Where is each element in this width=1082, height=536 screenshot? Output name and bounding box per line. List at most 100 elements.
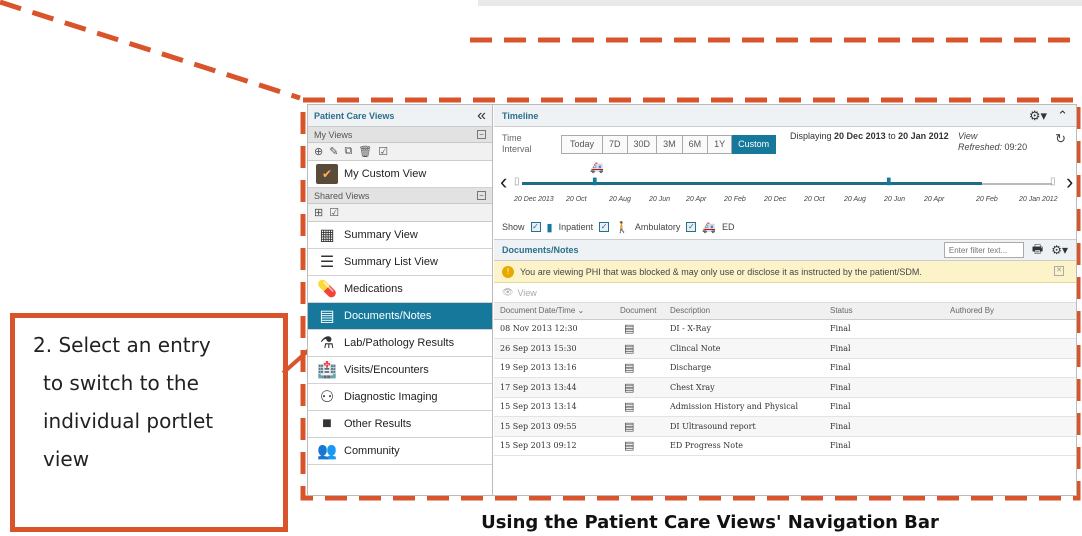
sidebar-item-documents-notes[interactable]: ▤ Documents/Notes: [308, 303, 492, 330]
tick-label: 20 Jun: [649, 196, 671, 203]
table-row[interactable]: 08 Nov 2013 12:30 ▤ DI - X-Ray Final: [494, 319, 1076, 339]
inpatient-checkbox[interactable]: ✓: [530, 222, 541, 232]
column-header-status[interactable]: Status: [824, 303, 944, 320]
table-row[interactable]: 19 Sep 2013 13:16 ▤ Discharge Final: [494, 358, 1076, 378]
table-row[interactable]: 15 Sep 2013 13:14 ▤ Admission History and …: [494, 397, 1076, 417]
inpatient-marker-icon[interactable]: ▮: [886, 176, 892, 187]
ed-checkbox[interactable]: ✓: [686, 222, 697, 232]
ambulatory-checkbox[interactable]: ✓: [599, 222, 610, 232]
sidebar-item-label: Community: [344, 445, 400, 457]
collapse-icon[interactable]: «: [477, 107, 486, 124]
print-icon[interactable]: 🖶: [1032, 240, 1043, 261]
display-to: 20 Jan 2012: [898, 131, 949, 141]
sidebar-item-my-custom-view[interactable]: ✔ My Custom View: [308, 161, 492, 188]
sort-down-icon[interactable]: ⌄: [578, 306, 585, 315]
range-today-button[interactable]: Today: [561, 135, 604, 154]
shared-views-section[interactable]: Shared Views −: [308, 188, 492, 204]
community-icon: 👥: [317, 443, 337, 460]
sidebar-header: Patient Care Views «: [308, 105, 492, 127]
gear-icon[interactable]: ⚙▾: [1051, 243, 1068, 257]
display-to-word: to: [888, 131, 896, 141]
expand-icon[interactable]: ⊞: [314, 206, 323, 219]
minus-icon[interactable]: −: [477, 130, 486, 139]
checkbox-icon[interactable]: ☑: [378, 145, 388, 158]
sidebar-item-other-results[interactable]: ■ Other Results: [308, 411, 492, 438]
timeline-track[interactable]: ‹ › 🚑 ▮ ▮ ▯ ▯ 20 Dec 2013 20 Oct 20 Aug …: [494, 161, 1076, 215]
inpatient-icon: ▮: [546, 221, 553, 234]
timeline-left-arrow-icon[interactable]: ‹: [500, 169, 507, 195]
inpatient-marker-icon[interactable]: ▮: [592, 176, 598, 187]
sidebar-item-label: Medications: [344, 283, 403, 295]
table-row[interactable]: 15 Sep 2013 09:12 ▤ ED Progress Note Final: [494, 436, 1076, 456]
edit-icon[interactable]: ✎: [329, 145, 338, 158]
column-header-authored-by[interactable]: Authored By: [944, 303, 1076, 320]
timeline-filter-row: Show ✓ ▮ Inpatient ✓ 🚶 Ambulatory ✓ 🚑 ED: [494, 215, 1076, 239]
tick-label: 20 Apr: [686, 196, 707, 203]
range-handle-right-icon[interactable]: ▯: [1050, 176, 1056, 187]
sidebar-item-medications[interactable]: 💊 Medications: [308, 276, 492, 303]
trash-icon[interactable]: 🗑: [358, 145, 372, 158]
timeline-header-icons: ⚙▾ ⌃: [1029, 108, 1068, 124]
column-header-description[interactable]: Description: [664, 303, 824, 320]
ambulance-marker-icon[interactable]: 🚑: [590, 161, 604, 174]
building-icon: 🏥: [317, 362, 337, 379]
sidebar-item-visits-encounters[interactable]: 🏥 Visits/Encounters: [308, 357, 492, 384]
table-row[interactable]: 26 Sep 2013 15:30 ▤ Clincal Note Final: [494, 338, 1076, 359]
collapse-up-icon[interactable]: ⌃: [1057, 108, 1068, 124]
medications-icon: 💊: [317, 281, 337, 298]
column-header-date[interactable]: Document Date/Time ⌄: [494, 303, 614, 320]
gear-icon[interactable]: ⚙▾: [1029, 108, 1047, 124]
column-header-document[interactable]: Document: [614, 303, 664, 320]
my-views-section[interactable]: My Views −: [308, 127, 492, 143]
refresh-icon[interactable]: ↻: [1055, 131, 1066, 147]
documents-table-body: 08 Nov 2013 12:30 ▤ DI - X-Ray Final 26 Sep …: [494, 319, 1076, 456]
document-icon: ▤: [614, 416, 664, 437]
sidebar-item-diagnostic-imaging[interactable]: ⚇ Diagnostic Imaging: [308, 384, 492, 411]
range-1y-button[interactable]: 1Y: [708, 135, 733, 154]
shared-views-toolbar: ⊞ ☑: [308, 204, 492, 222]
sidebar-item-community[interactable]: 👥 Community: [308, 438, 492, 465]
checkbox-icon[interactable]: ☑: [329, 206, 339, 219]
document-icon: ▤: [614, 338, 664, 359]
timeline-right-arrow-icon[interactable]: ›: [1066, 169, 1073, 195]
sidebar-item-summary-list-view[interactable]: ☰ Summary List View: [308, 249, 492, 276]
add-icon[interactable]: ⊕: [314, 145, 323, 158]
documents-notes-title: Documents/Notes: [502, 245, 579, 255]
close-icon[interactable]: ✕: [1054, 266, 1064, 276]
table-row[interactable]: 17 Sep 2013 13:44 ▤ Chest Xray Final: [494, 377, 1076, 398]
range-30d-button[interactable]: 30D: [627, 135, 658, 154]
filter-input[interactable]: [943, 242, 1024, 258]
copy-icon[interactable]: ⧉: [344, 145, 352, 158]
range-handle-left-icon[interactable]: ▯: [514, 176, 520, 187]
grid-icon: ▦: [319, 227, 335, 244]
range-6m-button[interactable]: 6M: [682, 135, 709, 154]
cell-status: Final: [824, 397, 944, 417]
cell-date: 26 Sep 2013 15:30: [494, 338, 614, 359]
range-7d-button[interactable]: 7D: [603, 135, 628, 154]
tick-label: 20 Dec: [764, 196, 787, 203]
table-row[interactable]: 15 Sep 2013 09:55 ▤ DI Ultrasound report Fi…: [494, 416, 1076, 437]
sidebar-item-lab-pathology-results[interactable]: ⚗ Lab/Pathology Results: [308, 330, 492, 357]
cell-date: 15 Sep 2013 13:14: [494, 397, 614, 417]
cell-description: Admission History and Physical: [664, 397, 824, 417]
tick-label: 20 Oct: [566, 196, 587, 203]
callout-line-3: individual portlet: [43, 409, 214, 433]
view-button[interactable]: View: [517, 288, 536, 298]
tick-label: 20 Jun: [884, 196, 906, 203]
timeline-outside-range: [982, 183, 1052, 185]
refreshed-time: 09:20: [1004, 142, 1028, 152]
cell-authored-by: [944, 436, 1076, 456]
range-3m-button[interactable]: 3M: [657, 135, 683, 154]
tick-label: 20 Oct: [804, 196, 825, 203]
sidebar-item-summary-view[interactable]: ▦ Summary View: [308, 222, 492, 249]
imaging-icon: ⚇: [319, 389, 335, 406]
my-views-label: My Views: [314, 129, 353, 140]
documents-notes-header: Documents/Notes 🖶 ⚙▾: [494, 239, 1076, 261]
timeline-range-bar[interactable]: [522, 182, 982, 185]
cell-date: 15 Sep 2013 09:55: [494, 416, 614, 437]
cell-status: Final: [824, 416, 944, 437]
sidebar-item-label: Documents/Notes: [344, 310, 432, 322]
range-custom-button[interactable]: Custom: [732, 135, 777, 154]
cell-status: Final: [824, 377, 944, 398]
minus-icon[interactable]: −: [477, 191, 486, 200]
